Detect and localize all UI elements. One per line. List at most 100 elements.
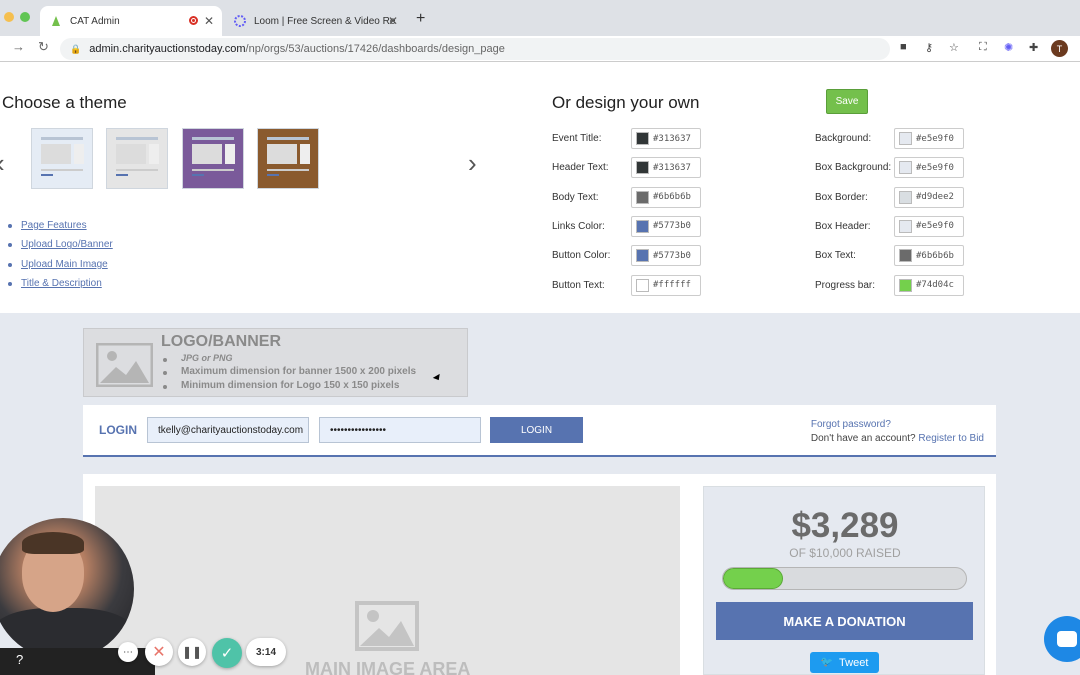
color-label: Button Text: [552, 279, 605, 291]
color-label: Box Border: [815, 191, 868, 203]
list-item: JPG or PNG [161, 353, 416, 366]
upload-logo-banner-link[interactable]: Upload Logo/Banner [21, 239, 113, 250]
color-swatch[interactable] [899, 132, 912, 145]
color-value: #6b6b6b [916, 250, 954, 261]
screenshot-extension-icon[interactable]: ⛶ [979, 41, 987, 54]
theme-thumbnail-1[interactable] [31, 128, 93, 189]
loom-cancel-button[interactable]: ✕ [145, 638, 173, 666]
color-swatch[interactable] [899, 219, 912, 233]
color-input[interactable]: #d9dee2 [894, 186, 964, 208]
color-swatch[interactable] [899, 161, 912, 175]
forgot-password-link[interactable]: Forgot password? [811, 419, 891, 430]
right-color-row: Box Text: [815, 245, 856, 266]
donation-box: $3,289 OF $10,000 RAISED MAKE A DONATION… [703, 486, 985, 675]
left-color-row: Event Title: [552, 128, 601, 149]
camera-icon[interactable]: ■ [900, 41, 907, 53]
loom-finish-button[interactable]: ✓ [212, 638, 242, 668]
color-input[interactable]: #e5e9f0 [894, 157, 964, 179]
color-swatch[interactable] [899, 190, 912, 204]
left-color-row: Button Text: [552, 275, 605, 296]
left-color-row: Body Text: [552, 187, 599, 208]
goal-text: OF $10,000 RAISED [789, 546, 901, 560]
color-swatch[interactable] [899, 278, 912, 292]
register-to-bid-link[interactable]: Register to Bid [918, 433, 984, 444]
color-input[interactable]: #e5e9f0 [894, 215, 964, 237]
color-value: #313637 [653, 162, 691, 173]
color-value: #e5e9f0 [916, 221, 954, 232]
color-swatch[interactable] [636, 249, 649, 263]
left-color-row: Header Text: [552, 157, 609, 178]
color-label: Box Text: [815, 250, 856, 262]
tab-loom[interactable]: Loom | Free Screen & Video Re ✕ [224, 6, 406, 36]
color-input[interactable]: #ffffff [631, 274, 701, 296]
loom-pause-button[interactable]: ❚❚ [178, 638, 206, 666]
lock-icon: 🔒 [70, 43, 82, 54]
webcam-bubble[interactable] [0, 518, 134, 660]
close-tab-icon[interactable]: ✕ [204, 14, 214, 28]
color-input[interactable]: #6b6b6b [631, 186, 701, 208]
color-value: #313637 [653, 133, 691, 144]
tab-cat-admin[interactable]: CAT Admin ✕ [40, 6, 222, 36]
zoom-window-button[interactable] [20, 12, 30, 22]
image-placeholder-icon [355, 601, 419, 651]
email-input[interactable]: tkelly@charityauctionstoday.com [147, 417, 309, 443]
make-donation-button[interactable]: MAKE A DONATION [716, 602, 973, 640]
logo-banner-placeholder[interactable]: LOGO/BANNER JPG or PNG Maximum dimension… [83, 328, 468, 397]
close-tab-icon[interactable]: ✕ [388, 14, 398, 28]
tweet-button[interactable]: 🐦 Tweet [810, 652, 879, 673]
color-swatch[interactable] [636, 278, 649, 292]
loom-favicon-icon [234, 15, 246, 27]
tab-title: Loom | Free Screen & Video Re [254, 15, 396, 27]
color-input[interactable]: #e5e9f0 [894, 128, 964, 149]
profile-avatar[interactable]: T [1051, 40, 1068, 57]
theme-thumbnail-3[interactable] [182, 128, 244, 189]
login-button[interactable]: LOGIN [490, 417, 583, 443]
title-description-link[interactable]: Title & Description [21, 278, 102, 289]
color-label: Box Header: [815, 220, 871, 232]
color-swatch[interactable] [899, 249, 912, 263]
color-input[interactable]: #313637 [631, 128, 701, 149]
reload-icon[interactable]: ↻ [38, 39, 49, 55]
list-item: Maximum dimension for banner 1500 x 200 … [161, 366, 416, 380]
color-swatch[interactable] [636, 190, 649, 204]
tweet-label: Tweet [839, 656, 869, 669]
color-input[interactable]: #5773b0 [631, 215, 701, 237]
color-value: #e5e9f0 [916, 133, 954, 144]
bookmark-star-icon[interactable]: ☆ [949, 41, 959, 54]
key-icon[interactable]: ⚷ [925, 41, 933, 54]
theme-thumbnail-4[interactable] [257, 128, 319, 189]
main-image-caption: MAIN IMAGE AREA [305, 659, 471, 675]
color-swatch[interactable] [636, 219, 649, 233]
color-swatch[interactable] [636, 161, 649, 175]
theme-prev-arrow-icon[interactable]: ‹ [0, 148, 5, 179]
progress-fill [723, 568, 783, 589]
color-input[interactable]: #6b6b6b [894, 245, 964, 267]
extensions-puzzle-icon[interactable]: ✚ [1029, 41, 1038, 54]
loom-more-options-button[interactable]: ⋯ [118, 642, 138, 662]
upload-main-image-link[interactable]: Upload Main Image [21, 259, 108, 270]
theme-next-arrow-icon[interactable]: › [468, 148, 477, 179]
address-bar[interactable]: 🔒 admin.charityauctionstoday.com/np/orgs… [60, 38, 890, 60]
design-own-heading: Or design your own [552, 93, 700, 112]
color-label: Header Text: [552, 162, 609, 174]
help-icon[interactable]: ? [16, 652, 23, 667]
right-color-row: Box Border: [815, 187, 868, 208]
theme-thumbnail-2[interactable] [106, 128, 168, 189]
right-color-row: Box Background: [815, 157, 891, 178]
color-label: Progress bar: [815, 279, 876, 291]
loom-extension-icon[interactable]: ✺ [1004, 41, 1013, 54]
list-item: Title & Description [8, 278, 113, 297]
color-swatch[interactable] [636, 132, 649, 145]
color-input[interactable]: #5773b0 [631, 245, 701, 267]
password-input[interactable]: •••••••••••••••• [319, 417, 481, 443]
cat-admin-favicon-icon [50, 15, 62, 27]
new-tab-button[interactable]: + [416, 10, 425, 28]
forward-icon[interactable]: → [12, 39, 25, 54]
minimize-window-button[interactable] [4, 12, 14, 22]
color-input[interactable]: #74d04c [894, 274, 964, 296]
login-help-links: Forgot password? Don't have an account? … [811, 418, 984, 446]
color-input[interactable]: #313637 [631, 157, 701, 179]
left-color-row: Links Color: [552, 216, 605, 237]
page-features-link[interactable]: Page Features [21, 220, 87, 231]
save-button[interactable]: Save [826, 89, 868, 114]
